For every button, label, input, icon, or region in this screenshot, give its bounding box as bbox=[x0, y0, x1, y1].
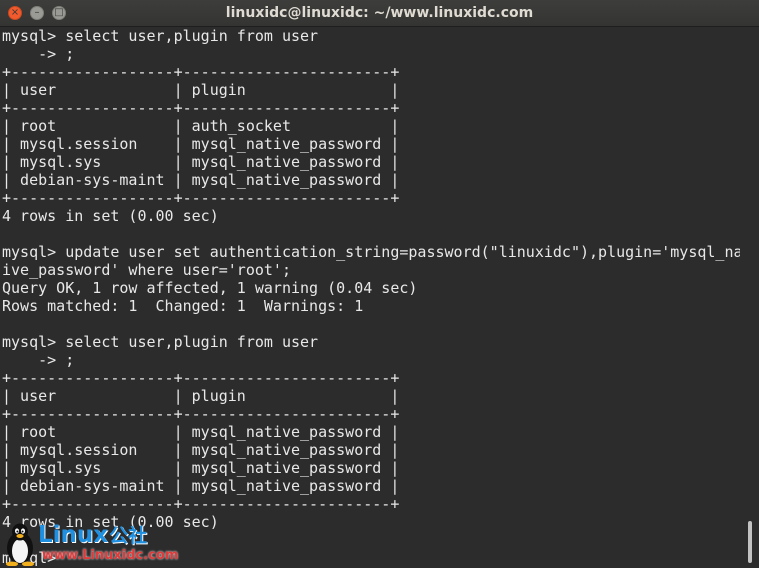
terminal-line: | root | auth_socket | bbox=[2, 117, 400, 135]
terminal-line: +------------------+--------------------… bbox=[2, 369, 400, 387]
watermark-brand-latin: Linux bbox=[38, 522, 109, 548]
terminal-line: mysql> select user,plugin from user bbox=[2, 27, 319, 45]
terminal-line: -> ; bbox=[2, 351, 75, 369]
terminal-line: +------------------+--------------------… bbox=[2, 189, 400, 207]
tux-penguin-icon bbox=[6, 523, 34, 566]
terminal-line: 4 rows in set (0.00 sec) bbox=[2, 207, 219, 225]
terminal-line: | mysql.session | mysql_native_password … bbox=[2, 135, 400, 153]
window-title: linuxidc@linuxidc: ~/www.linuxidc.com bbox=[225, 5, 534, 21]
terminal-line: Query OK, 1 row affected, 1 warning (0.0… bbox=[2, 279, 418, 297]
terminal-line: +------------------+--------------------… bbox=[2, 405, 400, 423]
terminal-line: +------------------+--------------------… bbox=[2, 99, 400, 117]
watermark-logo: Linux公社 www.Linuxidc.com bbox=[4, 522, 184, 568]
terminal-line: | mysql.sys | mysql_native_password | bbox=[2, 459, 400, 477]
terminal-line: | user | plugin | bbox=[2, 81, 400, 99]
terminal-window: × – □ linuxidc@linuxidc: ~/www.linuxidc.… bbox=[0, 0, 759, 568]
terminal-line: +------------------+--------------------… bbox=[2, 63, 400, 81]
terminal-line: -> ; bbox=[2, 45, 75, 63]
watermark-brand: Linux公社 bbox=[38, 522, 147, 548]
vertical-scrollbar[interactable] bbox=[740, 27, 759, 568]
watermark-brand-cn: 公社 bbox=[109, 525, 148, 547]
terminal-line: | debian-sys-maint | mysql_native_passwo… bbox=[2, 477, 400, 495]
terminal-line: mysql> update user set authentication_st… bbox=[2, 243, 740, 261]
terminal-output[interactable]: mysql> select user,plugin from user -> ;… bbox=[0, 27, 740, 568]
terminal-line: mysql> select user,plugin from user bbox=[2, 333, 319, 351]
title-bar[interactable]: × – □ linuxidc@linuxidc: ~/www.linuxidc.… bbox=[0, 0, 759, 27]
terminal-line: | debian-sys-maint | mysql_native_passwo… bbox=[2, 171, 400, 189]
terminal-line: | mysql.session | mysql_native_password … bbox=[2, 441, 400, 459]
watermark-url: www.Linuxidc.com bbox=[42, 548, 179, 563]
terminal-line: | user | plugin | bbox=[2, 387, 400, 405]
terminal-line: | mysql.sys | mysql_native_password | bbox=[2, 153, 400, 171]
terminal-line: | root | mysql_native_password | bbox=[2, 423, 400, 441]
terminal-line: Rows matched: 1 Changed: 1 Warnings: 1 bbox=[2, 297, 364, 315]
scrollbar-thumb[interactable] bbox=[748, 521, 752, 563]
terminal-line: +------------------+--------------------… bbox=[2, 495, 400, 513]
terminal-line: ive_password' where user='root'; bbox=[2, 261, 291, 279]
